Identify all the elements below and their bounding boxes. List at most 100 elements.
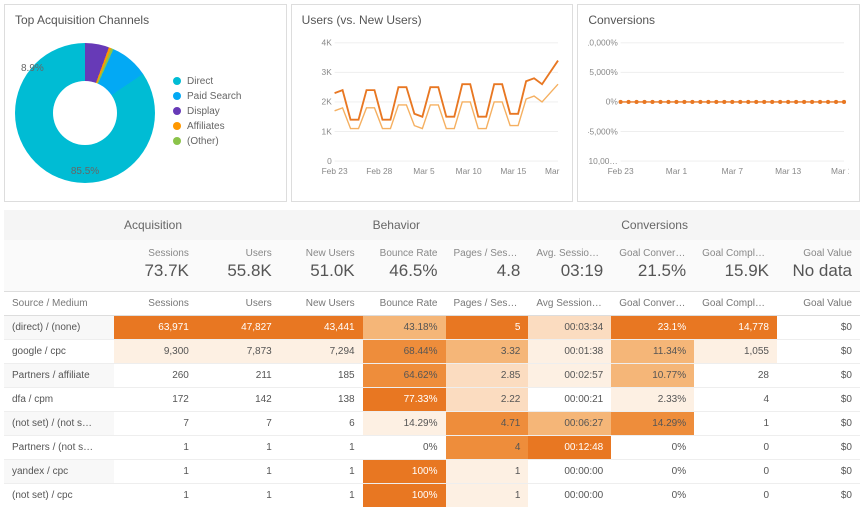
cell-gv: $0 [777, 436, 860, 460]
cell-gcr: 0% [611, 436, 694, 460]
cell-pps: 4 [446, 436, 529, 460]
column-header[interactable]: Pages / Session [446, 292, 529, 316]
column-header[interactable]: Source / Medium [4, 292, 114, 316]
donut-slice-label: 8.9% [21, 63, 44, 74]
cell-pps: 2.22 [446, 388, 529, 412]
metric-value: 21.5% [611, 261, 694, 292]
card-title: Users (vs. New Users) [302, 13, 563, 27]
cell-pps: 3.32 [446, 340, 529, 364]
cell-sessions: 1 [114, 436, 197, 460]
cell-gv: $0 [777, 412, 860, 436]
cell-bounce: 43.18% [363, 316, 446, 340]
cell-gcr: 23.1% [611, 316, 694, 340]
svg-text:-10,00…: -10,00… [588, 156, 618, 166]
table-body: (direct) / (none)63,97147,82743,44143.18… [4, 316, 860, 508]
card-title: Top Acquisition Channels [15, 13, 276, 27]
cell-users: 1 [197, 436, 280, 460]
conversions-chart-card: Conversions -10,00…-5,000%0%5,000%10,000… [577, 4, 860, 202]
metric-label: Goal Value [777, 240, 860, 261]
row-label: yandex / cpc [4, 460, 114, 484]
cell-gv: $0 [777, 388, 860, 412]
table-row[interactable]: dfa / cpm17214213877.33%2.2200:00:212.33… [4, 388, 860, 412]
cell-gc: 0 [694, 436, 777, 460]
cell-gc: 14,778 [694, 316, 777, 340]
svg-text:1K: 1K [321, 126, 332, 136]
table-row[interactable]: google / cpc9,3007,8737,29468.44%3.3200:… [4, 340, 860, 364]
cell-sessions: 260 [114, 364, 197, 388]
row-label: dfa / cpm [4, 388, 114, 412]
metric-label-row: Sessions Users New Users Bounce Rate Pag… [4, 240, 860, 261]
metric-label: Avg. Session Duration [528, 240, 611, 261]
cell-sessions: 1 [114, 460, 197, 484]
svg-text:Mar 10: Mar 10 [455, 166, 481, 176]
cell-gc: 28 [694, 364, 777, 388]
row-label: google / cpc [4, 340, 114, 364]
table-row[interactable]: (not set) / (not s…77614.29%4.7100:06:27… [4, 412, 860, 436]
svg-text:3K: 3K [321, 67, 332, 77]
table-row[interactable]: Partners / (not s…1110%400:12:480%0$0 [4, 436, 860, 460]
cell-newusers: 1 [280, 436, 363, 460]
cell-bounce: 64.62% [363, 364, 446, 388]
svg-text:Mar 7: Mar 7 [722, 166, 744, 176]
cell-dur: 00:01:38 [528, 340, 611, 364]
cell-users: 142 [197, 388, 280, 412]
metric-value: 15.9K [694, 261, 777, 292]
metric-value: 4.8 [446, 261, 529, 292]
cell-gc: 1 [694, 412, 777, 436]
cell-pps: 1 [446, 484, 529, 508]
svg-text:Mar 1: Mar 1 [666, 166, 688, 176]
cell-pps: 2.85 [446, 364, 529, 388]
column-header[interactable]: Sessions [114, 292, 197, 316]
group-header-row: Acquisition Behavior Conversions [4, 210, 860, 240]
column-header[interactable]: New Users [280, 292, 363, 316]
donut-chart: 8.9% 85.5% [15, 43, 155, 183]
metric-label: Pages / Session [446, 240, 529, 261]
svg-text:0: 0 [327, 156, 332, 166]
row-label: Partners / affiliate [4, 364, 114, 388]
column-header[interactable]: Goal Conversion … [611, 292, 694, 316]
metric-label: Bounce Rate [363, 240, 446, 261]
svg-text:2K: 2K [321, 97, 332, 107]
users-line-chart: 01K2K3K4KFeb 23Feb 28Mar 5Mar 10Mar 15Ma… [302, 33, 563, 183]
cell-bounce: 0% [363, 436, 446, 460]
cell-gc: 4 [694, 388, 777, 412]
svg-text:Feb 23: Feb 23 [321, 166, 347, 176]
data-table-wrap: Acquisition Behavior Conversions Session… [0, 206, 864, 511]
metric-label: Users [197, 240, 280, 261]
svg-text:0%: 0% [606, 97, 619, 107]
column-header[interactable]: Bounce Rate [363, 292, 446, 316]
cell-newusers: 43,441 [280, 316, 363, 340]
svg-text:10,000%: 10,000% [588, 38, 618, 48]
cell-newusers: 7,294 [280, 340, 363, 364]
cell-gcr: 11.34% [611, 340, 694, 364]
metric-label: New Users [280, 240, 363, 261]
cell-users: 211 [197, 364, 280, 388]
table-row[interactable]: Partners / affiliate26021118564.62%2.850… [4, 364, 860, 388]
group-header: Conversions [611, 210, 860, 240]
cell-gcr: 0% [611, 460, 694, 484]
table-row[interactable]: (direct) / (none)63,97147,82743,44143.18… [4, 316, 860, 340]
cell-dur: 00:12:48 [528, 436, 611, 460]
svg-text:Mar 13: Mar 13 [775, 166, 801, 176]
users-chart-card: Users (vs. New Users) 01K2K3K4KFeb 23Feb… [291, 4, 574, 202]
cell-newusers: 185 [280, 364, 363, 388]
data-table: Acquisition Behavior Conversions Session… [4, 210, 860, 507]
table-row[interactable]: (not set) / cpc111100%100:00:000%0$0 [4, 484, 860, 508]
card-title: Conversions [588, 13, 849, 27]
row-label: (direct) / (none) [4, 316, 114, 340]
column-header[interactable]: Goal Completions [694, 292, 777, 316]
cell-newusers: 1 [280, 460, 363, 484]
table-row[interactable]: yandex / cpc111100%100:00:000%0$0 [4, 460, 860, 484]
row-label: (not set) / (not s… [4, 412, 114, 436]
column-header[interactable]: Users [197, 292, 280, 316]
svg-text:Mar 15: Mar 15 [500, 166, 526, 176]
cell-pps: 1 [446, 460, 529, 484]
cell-dur: 00:00:21 [528, 388, 611, 412]
cell-gcr: 0% [611, 484, 694, 508]
metric-value-row: 73.7K 55.8K 51.0K 46.5% 4.8 03:19 21.5% … [4, 261, 860, 292]
column-header[interactable]: Goal Value [777, 292, 860, 316]
svg-text:4K: 4K [321, 38, 332, 48]
cell-bounce: 77.33% [363, 388, 446, 412]
column-header[interactable]: Avg Session Durat… [528, 292, 611, 316]
cell-sessions: 1 [114, 484, 197, 508]
